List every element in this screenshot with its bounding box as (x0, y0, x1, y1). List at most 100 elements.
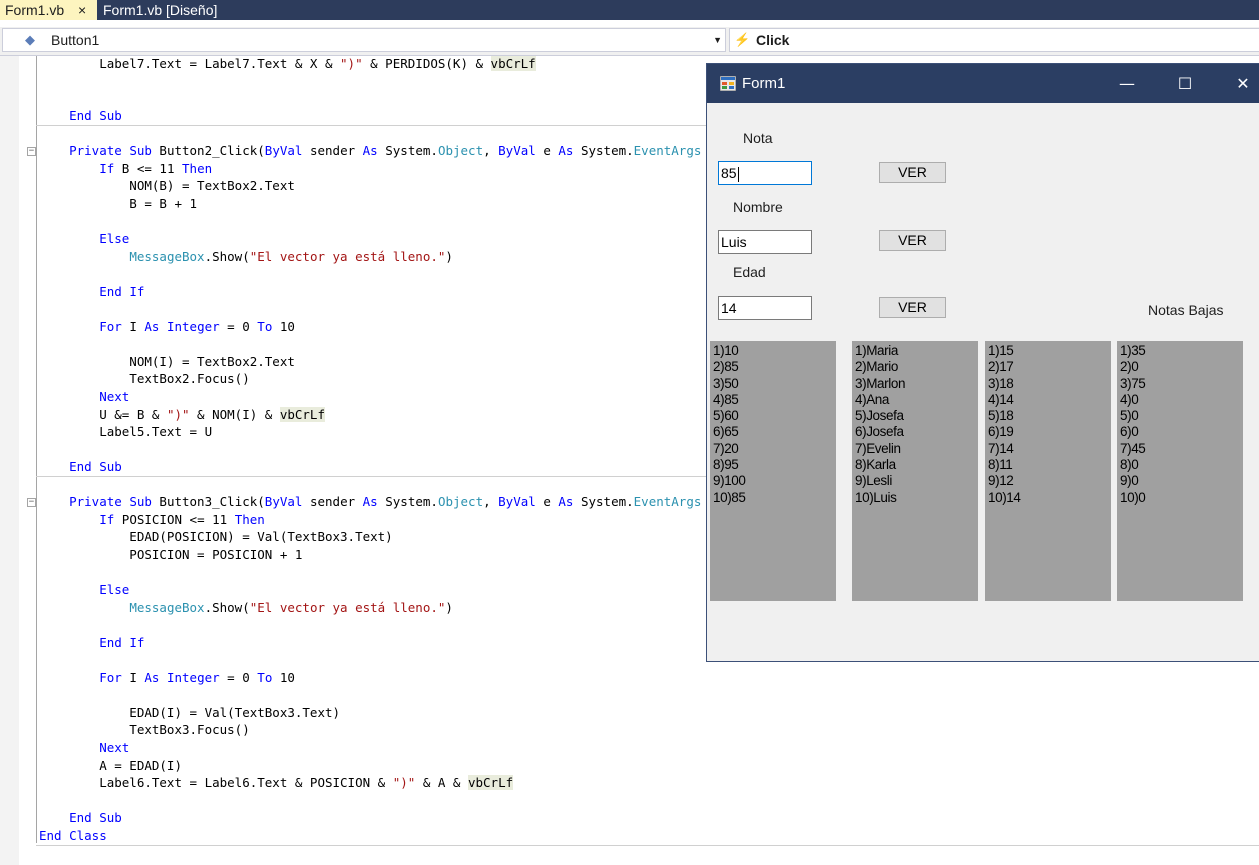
code-token: As (144, 318, 160, 334)
code-token: I (121, 318, 145, 334)
nombre-textbox[interactable]: Luis (718, 230, 812, 254)
event-dropdown[interactable]: ⚡ Click (729, 28, 1259, 52)
dropdown-arrow-icon[interactable]: ▼ (713, 29, 722, 51)
form1-titlebar[interactable]: Form1 — ☐ ✕ (707, 64, 1259, 103)
list-item: 4)0 (1120, 391, 1139, 407)
code-token: , (483, 143, 499, 159)
nota-textbox[interactable]: 85 (718, 161, 812, 185)
code-line: B = B + 1 (39, 195, 197, 212)
code-line: EDAD(I) = Val(TextBox3.Text) (39, 704, 340, 721)
code-line: Label5.Text = U (39, 423, 212, 440)
code-token: ByVal (498, 494, 536, 510)
code-token: System. (377, 143, 438, 159)
code-token: Label6.Text = Label6.Text & POSICION & (39, 775, 393, 791)
code-token: ")" (392, 775, 416, 791)
label-nota: Nota (743, 130, 773, 146)
list-item: 1)Maria (855, 343, 898, 358)
notas-list: 1)10 2)85 3)50 4)85 5)60 6)65 7)20 8)95 9)100 10)… (710, 341, 836, 601)
code-token: As (558, 494, 574, 510)
code-token: "El vector ya está lleno." (249, 599, 446, 615)
list-item: 3)18 (988, 375, 1014, 391)
code-line: For I As Integer = 0 To 10 (39, 669, 295, 686)
code-token: A = EDAD(I) (39, 757, 182, 773)
code-line: MessageBox.Show("El vector ya está lleno… (39, 599, 453, 616)
code-line: For I As Integer = 0 To 10 (39, 318, 295, 335)
code-token: End Sub (69, 810, 122, 826)
list-item: 5)Josefa (855, 408, 904, 424)
end-separator (36, 845, 1259, 846)
tab-close-icon[interactable]: × (78, 0, 86, 20)
list-item: 3)75 (1120, 375, 1146, 391)
code-token: End Class (39, 827, 107, 843)
list-item: 6)65 (713, 424, 739, 440)
code-token: B = B + 1 (39, 195, 198, 211)
code-token: System. (377, 494, 438, 510)
list-item: 8)95 (713, 457, 739, 473)
list-item: 1)10 (713, 343, 739, 358)
code-token: ByVal (264, 143, 303, 159)
list-item: 10)85 (713, 489, 746, 505)
collapse-icon[interactable]: − (27, 147, 36, 156)
code-token: TextBox3.Focus() (39, 722, 250, 738)
object-dropdown[interactable]: ◆ Button1 ▼ (2, 28, 726, 52)
object-name: Button1 (51, 32, 100, 48)
code-token: e (535, 494, 559, 510)
maximize-icon[interactable]: ☐ (1162, 64, 1208, 103)
document-tab-bar: Form1.vb × Form1.vb [Diseño] (0, 0, 1259, 20)
code-line: End Class (39, 827, 107, 844)
tab-label: Form1.vb [Diseño] (103, 2, 218, 18)
code-token: EDAD(POSICION) = Val(TextBox3.Text) (39, 529, 393, 545)
code-token: If (99, 511, 115, 527)
ver-nombre-button[interactable]: VER (879, 230, 946, 251)
outline-line (36, 56, 37, 843)
code-line: End If (39, 634, 144, 651)
code-line: If B <= 11 Then (39, 160, 212, 177)
code-line: End Sub (39, 458, 122, 475)
code-token: System. (573, 143, 634, 159)
list-item: 8)0 (1120, 457, 1139, 473)
code-token: 10 (272, 318, 295, 334)
collapse-icon[interactable]: − (27, 498, 36, 507)
code-token: Object (437, 494, 484, 510)
code-token: ByVal (498, 143, 536, 159)
code-token: Button2_Click( (151, 143, 265, 159)
code-token: As (362, 494, 378, 510)
code-token: .Show( (204, 599, 250, 615)
code-line: Next (39, 388, 129, 405)
list-item: 1)35 (1120, 343, 1146, 358)
code-line: TextBox3.Focus() (39, 721, 250, 738)
code-token: sender (302, 494, 363, 510)
form1-window[interactable]: Form1 — ☐ ✕ Nota 85 VER Nombre Luis VER … (706, 63, 1259, 662)
code-token: Else (99, 231, 130, 246)
close-icon[interactable]: ✕ (1220, 64, 1259, 103)
edad-textbox[interactable]: 14 (718, 296, 812, 320)
tab-form1-design[interactable]: Form1.vb [Diseño] (103, 0, 217, 20)
code-token: Private Sub (69, 494, 152, 510)
label-notas-bajas: Notas Bajas (1148, 302, 1224, 318)
ver-nota-button[interactable]: VER (879, 162, 946, 183)
minimize-icon[interactable]: — (1104, 64, 1150, 103)
code-token: EventArgs (633, 494, 702, 510)
list-item: 8)11 (988, 457, 1013, 473)
nombre-value: Luis (721, 234, 747, 250)
list-item: 10)0 (1120, 489, 1146, 505)
edades-list: 1)15 2)17 3)18 4)14 5)18 6)19 7)14 8)11 9)12 10)1… (985, 341, 1111, 601)
code-token: vbCrLf (490, 55, 536, 71)
code-token: & A & (415, 775, 468, 791)
form-app-icon (720, 76, 736, 91)
ver-edad-button[interactable]: VER (879, 297, 946, 318)
lightning-icon: ⚡ (734, 32, 751, 47)
code-token: End If (99, 283, 145, 299)
tab-form1-vb[interactable]: Form1.vb × (0, 0, 97, 20)
control-icon: ◆ (25, 32, 35, 47)
code-token: Object (437, 143, 484, 159)
list-item: 7)45 (1120, 440, 1146, 456)
